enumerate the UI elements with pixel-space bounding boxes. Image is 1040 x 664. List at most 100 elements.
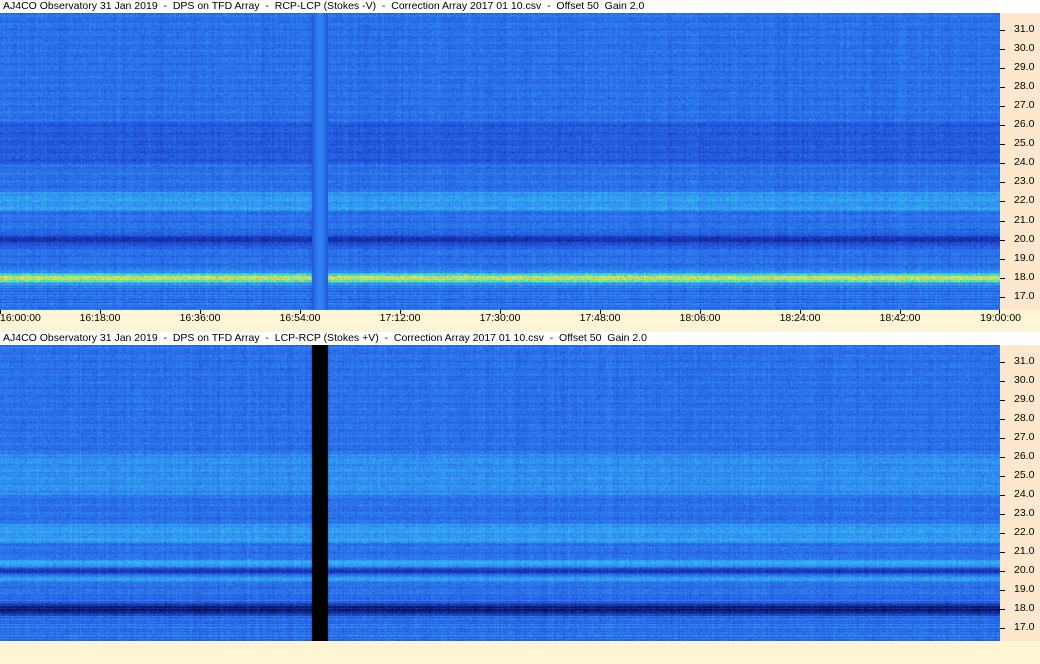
freq-tick-label: 24.0 bbox=[1014, 487, 1035, 500]
freq-tick-mark bbox=[1000, 532, 1005, 534]
freq-tick-2: 24.0 bbox=[1000, 488, 1040, 500]
freq-tick-2: 17.0 bbox=[1000, 621, 1040, 633]
freq-tick-1: 30.0 bbox=[1000, 42, 1040, 54]
freq-tick-mark bbox=[1000, 182, 1005, 184]
freq-tick-2: 22.0 bbox=[1000, 526, 1040, 538]
freq-tick-1: 28.0 bbox=[1000, 80, 1040, 92]
freq-tick-label: 25.0 bbox=[1014, 137, 1035, 150]
freq-tick-label: 28.0 bbox=[1014, 80, 1035, 93]
freq-tick-label: 23.0 bbox=[1014, 506, 1035, 519]
freq-tick-mark bbox=[1000, 220, 1005, 222]
freq-tick-mark bbox=[1000, 551, 1005, 553]
freq-tick-mark bbox=[1000, 106, 1005, 108]
freq-tick-2: 29.0 bbox=[1000, 393, 1040, 405]
freq-tick-2: 21.0 bbox=[1000, 545, 1040, 557]
freq-tick-mark bbox=[1000, 437, 1005, 439]
freq-tick-mark bbox=[1000, 400, 1005, 402]
freq-tick-1: 29.0 bbox=[1000, 61, 1040, 73]
freq-tick-1: 25.0 bbox=[1000, 137, 1040, 149]
freq-tick-label: 30.0 bbox=[1014, 374, 1035, 387]
freq-tick-1: 20.0 bbox=[1000, 233, 1040, 245]
freq-tick-2: 28.0 bbox=[1000, 412, 1040, 424]
freq-tick-mark bbox=[1000, 49, 1005, 51]
freq-tick-1: 31.0 bbox=[1000, 23, 1040, 35]
freq-tick-label: 22.0 bbox=[1014, 194, 1035, 207]
freq-tick-1: 17.0 bbox=[1000, 290, 1040, 302]
panel-2-title: AJ4CO Observatory 31 Jan 2019 - DPS on T… bbox=[0, 332, 1040, 345]
frequency-axis-1: 31.0 30.0 29.0 28.0 27.0 26.0 25.0 24.0 23.0 22.0… bbox=[1000, 13, 1040, 310]
freq-tick-label: 18.0 bbox=[1014, 601, 1035, 614]
freq-tick-label: 17.0 bbox=[1014, 289, 1035, 302]
time-tick-label: 17:12:00 bbox=[379, 312, 421, 324]
freq-tick-label: 19.0 bbox=[1014, 251, 1035, 264]
freq-tick-label: 21.0 bbox=[1014, 213, 1035, 226]
freq-tick-2: 27.0 bbox=[1000, 431, 1040, 443]
freq-tick-1: 27.0 bbox=[1000, 99, 1040, 111]
freq-tick-label: 29.0 bbox=[1014, 393, 1035, 406]
freq-tick-label: 25.0 bbox=[1014, 468, 1035, 481]
freq-tick-mark bbox=[1000, 570, 1005, 572]
time-tick-label: 18:24:00 bbox=[779, 312, 821, 324]
spectrogram-rcp-lcp bbox=[0, 13, 1000, 310]
freq-tick-label: 24.0 bbox=[1014, 156, 1035, 169]
freq-tick-label: 21.0 bbox=[1014, 544, 1035, 557]
time-tick-label: 18:06:00 bbox=[679, 312, 721, 324]
freq-tick-label: 26.0 bbox=[1014, 118, 1035, 131]
freq-tick-mark bbox=[1000, 381, 1005, 383]
freq-tick-2: 25.0 bbox=[1000, 469, 1040, 481]
freq-tick-mark bbox=[1000, 419, 1005, 420]
time-tick-label: 16:54:00 bbox=[279, 312, 321, 324]
freq-tick-1: 19.0 bbox=[1000, 252, 1040, 264]
freq-tick-label: 23.0 bbox=[1014, 175, 1035, 188]
time-tick-label: 17:30:00 bbox=[479, 312, 521, 324]
freq-tick-2: 23.0 bbox=[1000, 507, 1040, 519]
time-axis: 16:00:00 16:18:00 16:36:00 16:54:00 17:12:00… bbox=[0, 310, 1040, 324]
freq-tick-label: 20.0 bbox=[1014, 232, 1035, 245]
freq-tick-label: 27.0 bbox=[1014, 99, 1035, 112]
freq-tick-2: 31.0 bbox=[1000, 355, 1040, 367]
spectrogram-canvas-2 bbox=[0, 345, 1000, 641]
freq-tick-1: 24.0 bbox=[1000, 156, 1040, 168]
freq-tick-label: 30.0 bbox=[1014, 42, 1035, 55]
freq-tick-mark bbox=[1000, 277, 1005, 279]
time-tick-label: 16:00:00 bbox=[0, 312, 41, 324]
freq-tick-label: 29.0 bbox=[1014, 61, 1035, 74]
freq-tick-label: 27.0 bbox=[1014, 430, 1035, 443]
panel-1-title: AJ4CO Observatory 31 Jan 2019 - DPS on T… bbox=[0, 0, 1040, 13]
freq-tick-mark bbox=[1000, 30, 1005, 32]
freq-tick-mark bbox=[1000, 125, 1005, 127]
freq-tick-label: 31.0 bbox=[1014, 355, 1035, 368]
freq-tick-1: 21.0 bbox=[1000, 214, 1040, 226]
time-tick-label: 16:18:00 bbox=[79, 312, 121, 324]
freq-tick-label: 18.0 bbox=[1014, 270, 1035, 283]
freq-tick-mark bbox=[1000, 475, 1005, 477]
time-tick-label: 19:00:00 bbox=[980, 312, 1021, 324]
freq-tick-mark bbox=[1000, 608, 1005, 610]
freq-tick-mark bbox=[1000, 296, 1005, 298]
frequency-axis-2: 31.0 30.0 29.0 28.0 27.0 26.0 25.0 24.0 23.0 22.0… bbox=[1000, 345, 1040, 641]
freq-tick-label: 28.0 bbox=[1014, 412, 1035, 424]
freq-tick-mark bbox=[1000, 627, 1005, 629]
freq-tick-mark bbox=[1000, 362, 1005, 364]
bottom-strip bbox=[0, 641, 1040, 664]
freq-tick-2: 26.0 bbox=[1000, 450, 1040, 462]
freq-tick-1: 26.0 bbox=[1000, 118, 1040, 130]
freq-tick-mark bbox=[1000, 201, 1005, 203]
freq-tick-mark bbox=[1000, 163, 1005, 165]
freq-tick-label: 22.0 bbox=[1014, 525, 1035, 538]
freq-tick-2: 18.0 bbox=[1000, 602, 1040, 614]
freq-tick-2: 30.0 bbox=[1000, 374, 1040, 386]
freq-tick-2: 19.0 bbox=[1000, 583, 1040, 595]
freq-tick-label: 31.0 bbox=[1014, 23, 1035, 36]
freq-tick-mark bbox=[1000, 456, 1005, 458]
freq-tick-label: 20.0 bbox=[1014, 563, 1035, 576]
freq-tick-mark bbox=[1000, 144, 1005, 146]
freq-tick-label: 26.0 bbox=[1014, 449, 1035, 462]
freq-tick-1: 18.0 bbox=[1000, 271, 1040, 283]
freq-tick-mark bbox=[1000, 589, 1005, 591]
spectrogram-lcp-rcp bbox=[0, 345, 1000, 641]
freq-tick-label: 19.0 bbox=[1014, 582, 1035, 595]
freq-tick-2: 20.0 bbox=[1000, 564, 1040, 576]
time-tick-label: 16:36:00 bbox=[179, 312, 221, 324]
freq-tick-mark bbox=[1000, 239, 1005, 241]
